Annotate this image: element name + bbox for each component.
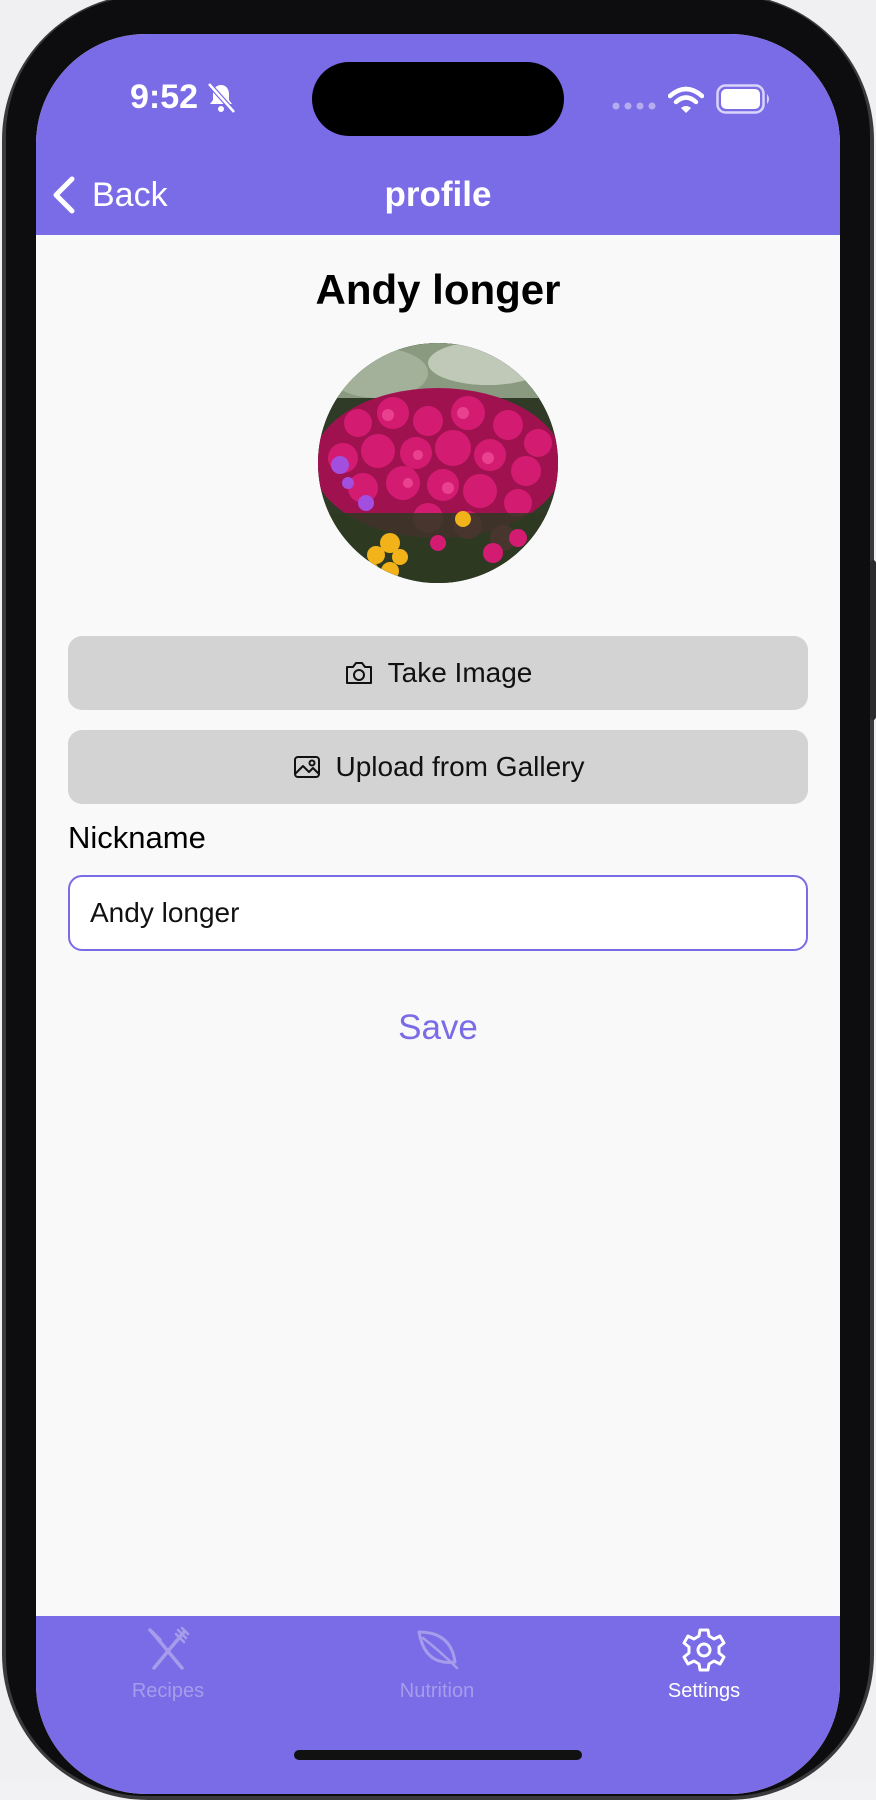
phone-screen: 9:52 Back profile Andy longer Take Image… [36,34,840,1794]
flower-photo [318,343,558,583]
phone-side-button [870,560,876,720]
battery-icon [716,84,769,114]
upload-from-gallery-button[interactable]: Upload from Gallery [68,730,808,804]
fork-knife-icon [148,1626,190,1670]
upload-label: Upload from Gallery [335,751,585,782]
tab-settings-label: Settings [667,1680,741,1702]
tab-nutrition-label: Nutrition [399,1680,475,1702]
profile-name: Andy longer [315,266,561,313]
page-title: profile [384,175,492,214]
wifi-icon [668,86,704,113]
leaf-icon [417,1630,459,1670]
gear-icon [682,1628,726,1672]
home-indicator[interactable] [294,1750,582,1760]
save-button[interactable]: Save [36,1008,840,1048]
tab-recipes[interactable]: Recipes [68,1626,268,1716]
take-image-button[interactable]: Take Image [68,636,808,710]
status-time: 9:52 [130,78,199,116]
nav-header: 9:52 Back profile [36,34,840,235]
bell-slash-icon [207,82,236,114]
nickname-field[interactable] [68,875,808,951]
tab-bar: Recipes Nutrition Settings [36,1616,840,1794]
tab-settings[interactable]: Settings [604,1626,804,1716]
take-image-label: Take Image [387,657,533,688]
dynamic-island [312,62,564,136]
nickname-label: Nickname [68,820,206,855]
tab-nutrition[interactable]: Nutrition [337,1626,537,1716]
photo-icon [293,756,320,778]
camera-icon [345,662,372,684]
tab-recipes-label: Recipes [131,1680,205,1702]
avatar[interactable] [318,343,558,583]
signal-icon [612,102,656,110]
